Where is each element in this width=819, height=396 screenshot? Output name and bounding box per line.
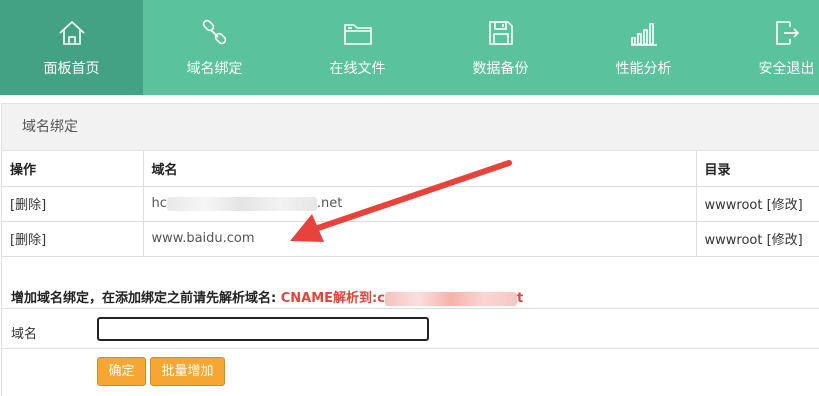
nav-item-performance[interactable]: 性能分析 [572,0,715,95]
nav-item-label: 在线文件 [329,61,386,77]
batch-add-button[interactable]: 批量增加 [150,357,225,386]
domain-field-label: 域名 [11,327,38,342]
save-icon [485,17,517,49]
redacted-cname [384,291,517,306]
divider [2,308,819,309]
redacted-domain [166,196,317,211]
nav-item-domain-binding[interactable]: 域名绑定 [143,0,286,95]
nav-item-online-files[interactable]: 在线文件 [286,0,429,95]
nav-item-dashboard[interactable]: 面板首页 [0,0,143,95]
top-nav: 面板首页 域名绑定 在线文件 数据备份 性能分析 安全退出 [0,0,819,95]
directory-value: wwwroot [704,233,763,248]
nav-item-logout[interactable]: 安全退出 [715,0,819,95]
cname-prefix: c [377,291,385,306]
confirm-button[interactable]: 确定 [97,357,146,386]
nav-item-label: 安全退出 [758,61,815,77]
column-header-directory: 目录 [696,151,819,187]
nav-item-label: 域名绑定 [186,61,243,77]
panel-title: 域名绑定 [2,104,819,151]
domain-input[interactable] [97,317,429,341]
domain-prefix: hc [151,196,167,211]
edit-link[interactable]: [修改] [767,233,803,248]
table-header-row: 操作 域名 目录 [2,151,819,187]
domain-suffix: .net [316,196,343,211]
folder-icon [342,17,374,49]
domain-table: 操作 域名 目录 [删除] hc .net wwwroot [修改] [删除] w… [2,151,819,257]
home-icon [56,17,88,49]
table-row: [删除] hc .net wwwroot [修改] [2,186,819,222]
delete-link[interactable]: [删除] [10,233,46,248]
cname-label: CNAME解析到: [280,291,378,306]
table-row: [删除] www.baidu.com wwwroot [修改] [2,221,819,257]
nav-item-data-backup[interactable]: 数据备份 [429,0,572,95]
column-header-action: 操作 [2,151,144,187]
add-notice-text: 增加域名绑定，在添加绑定之前请先解析域名: [11,291,277,306]
nav-item-label: 数据备份 [472,61,529,77]
add-domain-notice: 增加域名绑定，在添加绑定之前请先解析域名: CNAME解析到:c t [11,287,523,306]
nav-item-label: 面板首页 [43,61,100,77]
column-header-domain: 域名 [143,151,697,187]
logout-icon [771,17,803,49]
delete-link[interactable]: [删除] [10,198,46,213]
link-icon [199,17,231,49]
domain-binding-panel: 域名绑定 操作 域名 目录 [删除] hc .net wwwroot [修改] [… [1,103,819,396]
bar-chart-icon [628,17,660,49]
directory-value: wwwroot [704,198,763,213]
edit-link[interactable]: [修改] [767,198,803,213]
cname-suffix: t [516,291,524,306]
domain-value: www.baidu.com [143,221,697,257]
divider [2,348,819,349]
nav-item-label: 性能分析 [615,61,672,77]
